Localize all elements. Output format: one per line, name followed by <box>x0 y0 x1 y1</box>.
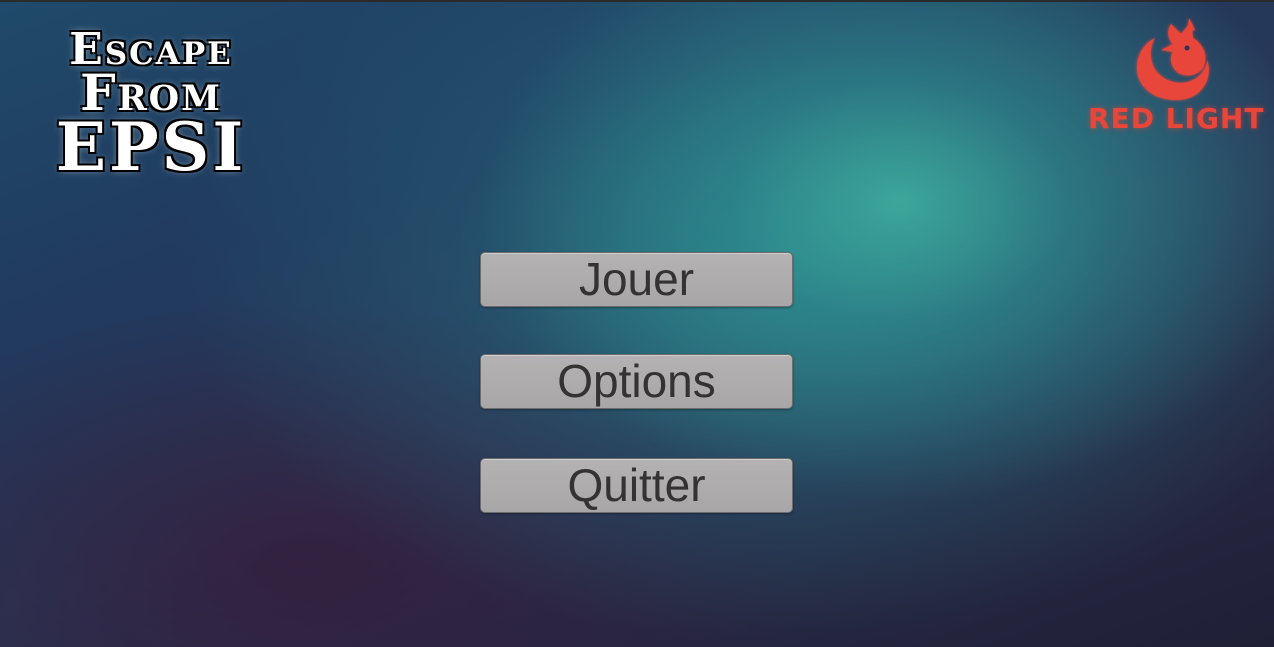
title-line-epsi: EPSI <box>55 108 247 186</box>
game-title-logo: Escape From EPSI <box>22 28 280 186</box>
main-menu-screen: Escape From EPSI RED LIGHT Jouer Options… <box>0 0 1274 647</box>
studio-logo: RED LIGHT <box>1088 16 1264 140</box>
main-menu: Jouer Options Quitter <box>480 252 793 560</box>
play-button[interactable]: Jouer <box>480 252 793 307</box>
quit-button[interactable]: Quitter <box>480 458 793 513</box>
fox-icon <box>1136 18 1209 100</box>
studio-name: RED LIGHT <box>1088 102 1265 135</box>
options-button[interactable]: Options <box>480 354 793 409</box>
